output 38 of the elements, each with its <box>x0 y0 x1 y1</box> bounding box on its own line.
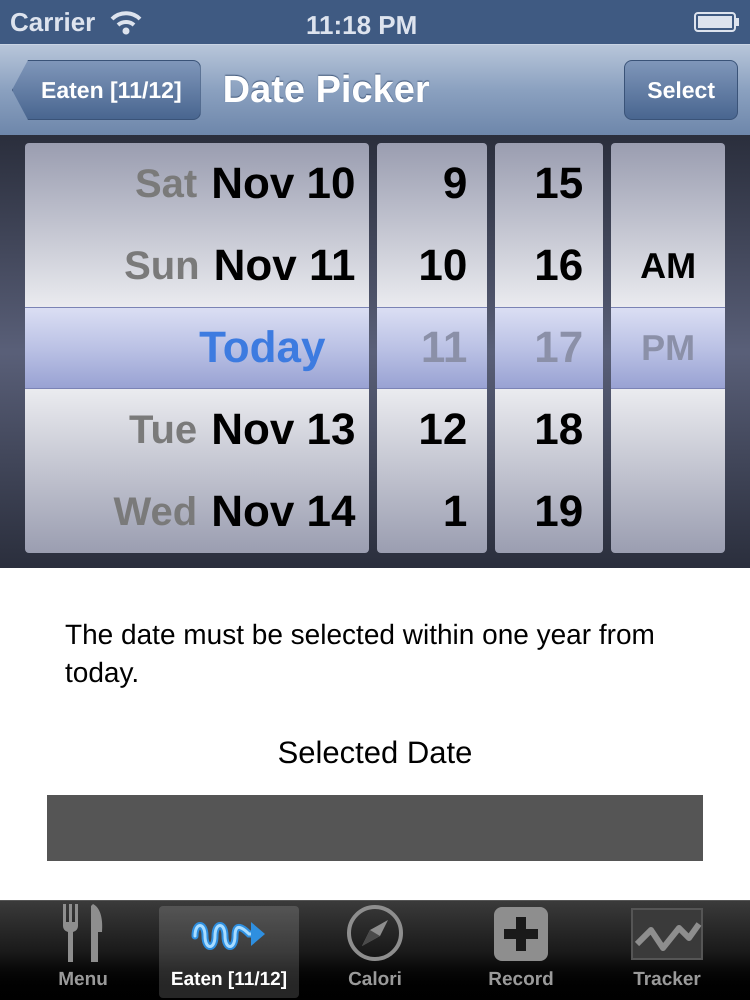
back-button[interactable]: Eaten [11/12] <box>12 60 201 120</box>
picker-wheel[interactable]: Sat Nov 10 Sun Nov 11 Today Tue Nov 13 Wed Nov 14 <box>25 143 370 553</box>
picker-item[interactable]: Nov 14 <box>211 479 356 545</box>
picker-item[interactable]: 12 <box>418 397 468 463</box>
info-text: The date must be selected within one year from today. <box>65 618 656 690</box>
weekday-label: Tue <box>129 407 198 454</box>
picker-item[interactable]: Nov 13 <box>211 397 356 463</box>
picker-item[interactable]: 15 <box>534 151 584 217</box>
wifi-icon <box>109 9 144 35</box>
fork-knife-icon <box>61 904 105 962</box>
plus-icon <box>494 906 548 961</box>
picker-item[interactable]: 16 <box>534 233 584 299</box>
clock-time: 11:18 PM <box>306 9 418 42</box>
weekday-label: Sun <box>124 243 200 290</box>
picker-item[interactable]: 18 <box>534 397 584 463</box>
weekday-label: Wed <box>113 489 198 536</box>
picker-item[interactable]: 10 <box>418 233 468 299</box>
nav-title: Date Picker <box>222 68 430 112</box>
picker-item[interactable]: AM <box>640 239 696 293</box>
picker-wheel[interactable]: AM PM <box>611 143 725 553</box>
tab-bar-item[interactable]: Calori <box>305 906 445 998</box>
compass-icon <box>346 904 404 962</box>
picker-item[interactable]: Nov 11 <box>214 233 356 299</box>
battery-icon <box>694 11 740 33</box>
tab-bar-item[interactable]: Eaten [11/12] <box>159 906 299 998</box>
selected-date-label: Selected Date <box>276 734 474 772</box>
picker-wheel[interactable]: 15 16 17 18 19 <box>495 143 604 553</box>
picker-item[interactable]: 1 <box>442 479 468 545</box>
carrier-name: Carrier <box>10 6 96 38</box>
weekday-label: Sat <box>134 161 198 208</box>
tab-bar-item[interactable]: Tracker <box>597 906 737 998</box>
picker-wheel[interactable]: 9 10 11 12 1 <box>377 143 488 553</box>
picker-item[interactable]: 19 <box>534 479 584 545</box>
tab-bar-item[interactable]: Menu <box>13 906 153 998</box>
picker-item[interactable]: Nov 10 <box>211 151 356 217</box>
tab-bar-item[interactable]: Record <box>451 906 591 998</box>
picker-item[interactable]: 9 <box>442 151 468 217</box>
select-button[interactable]: Select <box>624 60 738 120</box>
